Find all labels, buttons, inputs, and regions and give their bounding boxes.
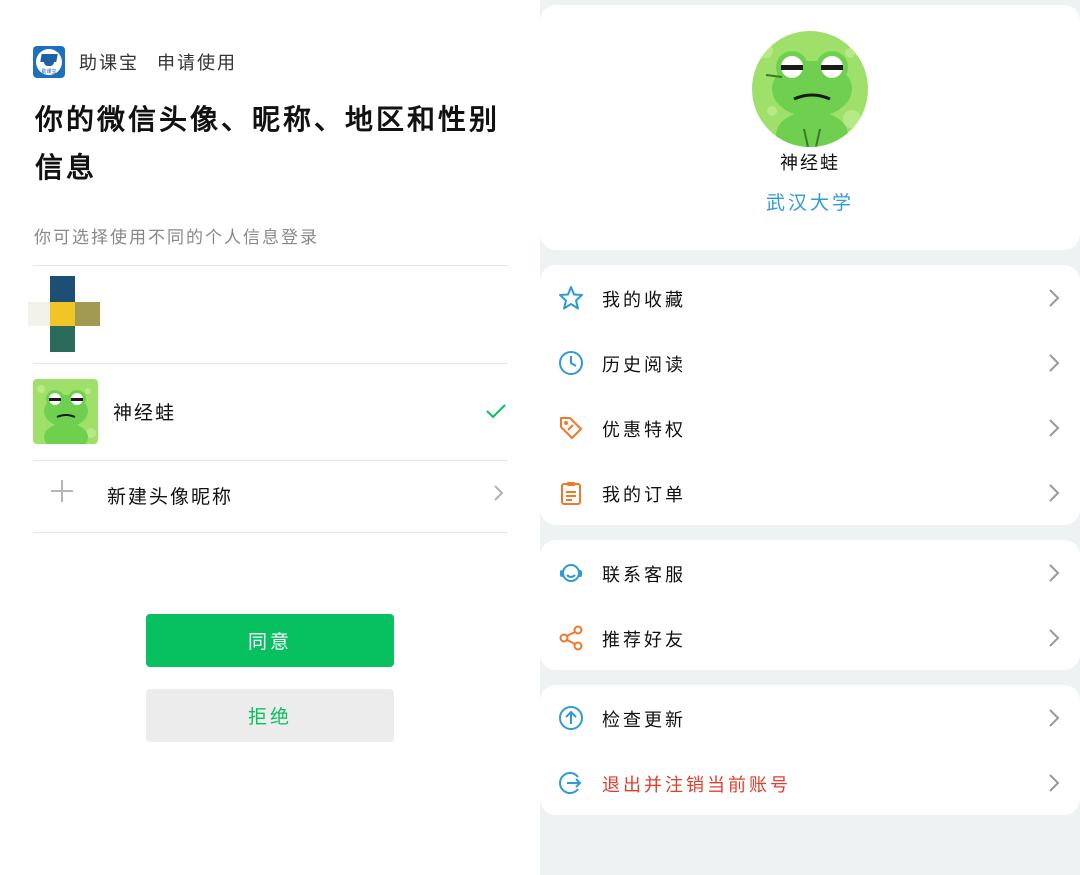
- menu-item-label: 优惠特权: [602, 420, 686, 441]
- share-icon: [559, 625, 583, 651]
- price-tag-icon: [560, 417, 582, 439]
- profile-page: 神经蛙 武汉大学 我的收藏 历史阅读 优惠特权 我的订单 联系客服 推荐好友 检…: [540, 0, 1080, 875]
- divider: [33, 363, 508, 364]
- blurred-avatar-option[interactable]: [28, 276, 102, 352]
- permission-headline: 你的微信头像、昵称、地区和性别信息: [35, 103, 501, 184]
- menu-item-history[interactable]: 历史阅读: [540, 330, 1080, 395]
- menu-item-orders[interactable]: 我的订单: [540, 460, 1080, 525]
- authorization-panel: 助课宝 助课宝 申请使用 你的微信头像、昵称、地区和性别信息 你可选择使用不同的…: [0, 0, 540, 875]
- app-name: 助课宝: [79, 53, 139, 74]
- plus-icon: [51, 480, 73, 502]
- profile-option-row[interactable]: 神经蛙: [33, 379, 508, 444]
- menu-item-label: 检查更新: [602, 710, 686, 731]
- menu-item-logout[interactable]: 退出并注销当前账号: [540, 750, 1080, 815]
- chevron-right-icon: [494, 485, 504, 501]
- chevron-right-icon: [1049, 709, 1060, 727]
- menu-group-1: 我的收藏 历史阅读 优惠特权 我的订单: [540, 265, 1080, 525]
- app-header: 助课宝 助课宝 申请使用: [33, 46, 237, 78]
- avatar[interactable]: [752, 31, 868, 147]
- arrow-up-circle-icon: [559, 706, 583, 730]
- agree-button[interactable]: 同意: [146, 614, 394, 667]
- profile-option-name: 神经蛙: [113, 402, 177, 424]
- chevron-right-icon: [1049, 774, 1060, 792]
- profile-name: 神经蛙: [780, 153, 840, 174]
- chevron-right-icon: [1049, 354, 1060, 372]
- clock-icon: [559, 351, 583, 375]
- app-logo-icon: 助课宝: [33, 46, 65, 78]
- menu-item-label: 历史阅读: [602, 355, 686, 376]
- menu-item-label: 推荐好友: [602, 630, 686, 651]
- chevron-right-icon: [1049, 484, 1060, 502]
- menu-item-recommend[interactable]: 推荐好友: [540, 605, 1080, 670]
- menu-item-label: 我的收藏: [602, 290, 686, 311]
- menu-item-label: 我的订单: [602, 485, 686, 506]
- star-icon: [559, 286, 583, 310]
- menu-item-label: 退出并注销当前账号: [602, 775, 791, 796]
- frog-avatar-icon: [752, 31, 868, 147]
- profile-school[interactable]: 武汉大学: [540, 188, 1080, 215]
- chevron-right-icon: [1049, 419, 1060, 437]
- reject-button[interactable]: 拒绝: [146, 689, 394, 742]
- divider: [33, 532, 508, 533]
- chevron-right-icon: [1049, 629, 1060, 647]
- logout-icon: [559, 772, 582, 794]
- request-label: 申请使用: [157, 53, 237, 74]
- checkmark-icon: [486, 404, 506, 419]
- clipboard-icon: [561, 482, 581, 505]
- new-profile-label: 新建头像昵称: [107, 486, 234, 508]
- new-profile-row[interactable]: 新建头像昵称: [33, 470, 508, 520]
- frog-avatar-icon: [33, 379, 98, 444]
- profile-card: 神经蛙 武汉大学: [540, 5, 1080, 250]
- chevron-right-icon: [1049, 289, 1060, 307]
- permission-hint: 你可选择使用不同的个人信息登录: [34, 228, 319, 248]
- divider: [33, 265, 508, 266]
- headset-icon: [560, 564, 582, 582]
- app-logo-text: 助课宝: [41, 69, 57, 75]
- menu-group-2: 联系客服 推荐好友: [540, 540, 1080, 670]
- menu-item-customer-service[interactable]: 联系客服: [540, 540, 1080, 605]
- menu-group-3: 检查更新 退出并注销当前账号: [540, 685, 1080, 815]
- divider: [33, 460, 508, 461]
- chevron-right-icon: [1049, 564, 1060, 582]
- menu-item-check-update[interactable]: 检查更新: [540, 685, 1080, 750]
- menu-item-favorites[interactable]: 我的收藏: [540, 265, 1080, 330]
- menu-item-label: 联系客服: [602, 565, 686, 586]
- menu-item-privileges[interactable]: 优惠特权: [540, 395, 1080, 460]
